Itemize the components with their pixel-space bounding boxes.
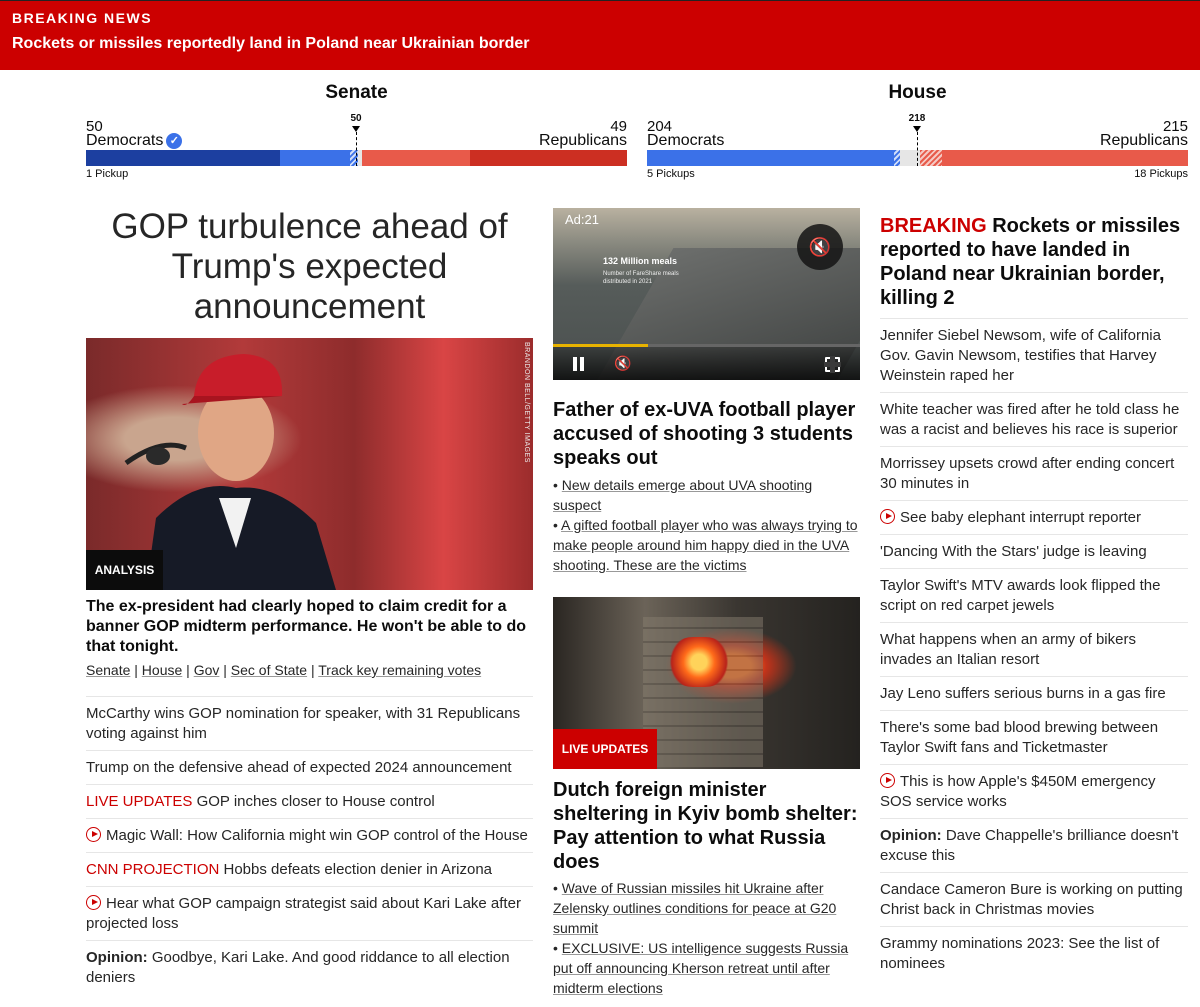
list-item[interactable]: Hear what GOP campaign strategist said a… (86, 886, 533, 940)
story-bullets: • New details emerge about UVA shooting … (553, 477, 858, 573)
list-item[interactable]: LIVE UPDATES GOP inches closer to House … (86, 784, 533, 818)
house-dem-pickups: 5 Pickups (647, 168, 695, 180)
checkmark-icon: ✓ (166, 133, 183, 149)
opinion-label: Opinion: (880, 827, 942, 844)
left-headline-list: McCarthy wins GOP nomination for speaker… (86, 696, 533, 994)
senate-balance-of-power[interactable]: Senate 50 Democrats ✓ 49 Republicans 50 1… (86, 82, 627, 182)
list-item[interactable]: There's some bad blood brewing between T… (880, 710, 1188, 764)
bullet-link[interactable]: Wave of Russian missiles hit Ukraine aft… (553, 880, 836, 936)
story-bullets: • Wave of Russian missiles hit Ukraine a… (553, 880, 849, 996)
house-threshold-line (917, 132, 918, 166)
banner-kicker: BREAKING NEWS (12, 10, 153, 26)
video-progress-bar[interactable] (553, 344, 860, 347)
story-headline-link[interactable]: Dutch foreign minister sheltering in Kyi… (553, 778, 860, 874)
list-item[interactable]: This is how Apple's $450M emergency SOS … (880, 764, 1188, 818)
analysis-badge: ANALYSIS (86, 550, 163, 590)
story-headline-link[interactable]: Father of ex-UVA football player accused… (553, 398, 860, 470)
list-item[interactable]: See baby elephant interrupt reporter (880, 500, 1188, 534)
banner-headline-link[interactable]: Rockets or missiles reportedly land in P… (12, 35, 529, 53)
pause-icon[interactable] (572, 357, 586, 371)
senate-rep-held-segment (470, 150, 627, 166)
right-breaking-headline-link[interactable]: BREAKING Rockets or missiles reported to… (880, 214, 1188, 310)
list-item[interactable]: CNN PROJECTION Hobbs defeats election de… (86, 852, 533, 886)
play-video-icon (880, 773, 895, 788)
video-progress-fill (553, 344, 649, 347)
senate-title: Senate (325, 82, 388, 103)
house-threshold-label: 218 (908, 113, 926, 124)
list-item[interactable]: Trump on the defensive ahead of expected… (86, 750, 533, 784)
video-controls (553, 344, 860, 380)
bullet-link[interactable]: A gifted football player who was always … (553, 517, 858, 573)
house-title: House (888, 82, 947, 103)
fullscreen-icon[interactable] (824, 356, 841, 373)
play-video-icon (86, 895, 101, 910)
list-item[interactable]: Taylor Swift's MTV awards look flipped t… (880, 568, 1188, 622)
senate-dem-pickups: 1 Pickup (86, 168, 129, 180)
senate-dem-won-segment (280, 150, 350, 166)
lead-description-link[interactable]: The ex-president had clearly hoped to cl… (86, 597, 533, 657)
senate-threshold-label: 50 (350, 113, 362, 124)
live-updates-label: LIVE UPDATES (86, 793, 193, 810)
lead-headline-link[interactable]: GOP turbulence ahead of Trump's expected… (86, 207, 533, 327)
senate-rep-label: Republicans (538, 132, 627, 149)
ad-countdown: Ad:21 (565, 212, 599, 227)
senate-dem-held-segment (86, 150, 280, 166)
gov-link[interactable]: Gov (194, 662, 220, 678)
house-balance-of-power[interactable]: House 204 Democrats 215 Republicans 218 … (647, 82, 1188, 182)
senate-rep-won-segment (362, 150, 470, 166)
photo-credit: BRANDON BELL/GETTY IMAGES (523, 342, 530, 463)
list-item[interactable]: Morrissey upsets crowd after ending conc… (880, 446, 1188, 500)
breaking-news-banner[interactable]: BREAKING NEWS Rockets or missiles report… (0, 0, 1200, 70)
cnn-projection-label: CNN PROJECTION (86, 861, 220, 878)
list-item[interactable]: Jennifer Siebel Newsom, wife of Californ… (880, 319, 1188, 392)
list-item[interactable]: McCarthy wins GOP nomination for speaker… (86, 697, 533, 750)
list-item[interactable]: Grammy nominations 2023: See the list of… (880, 926, 1188, 980)
list-item[interactable]: Candace Cameron Bure is working on putti… (880, 872, 1188, 926)
list-item[interactable]: Magic Wall: How California might win GOP… (86, 818, 533, 852)
list-item[interactable]: What happens when an army of bikers inva… (880, 622, 1188, 676)
opinion-label: Opinion: (86, 949, 148, 966)
list-item[interactable]: Opinion: Goodbye, Kari Lake. And good ri… (86, 940, 533, 994)
right-headline-list: Jennifer Siebel Newsom, wife of Californ… (880, 318, 1188, 980)
senate-dem-label: Democrats ✓ (86, 132, 183, 150)
house-link[interactable]: House (142, 662, 182, 678)
senate-link[interactable]: Senate (86, 662, 130, 678)
mute-icon[interactable]: 🔇 (614, 355, 631, 372)
video-overlay-subtitle: Number of FareShare meals distributed in… (603, 271, 679, 285)
lead-links: Senate | House | Gov | Sec of State | Tr… (86, 662, 482, 678)
house-rep-pickups: 18 Pickups (1134, 168, 1188, 180)
video-overlay-title: 132 Million meals (603, 256, 678, 266)
play-video-icon (880, 509, 895, 524)
house-dem-label: Democrats (647, 132, 725, 149)
bullet-link[interactable]: New details emerge about UVA shooting su… (553, 477, 812, 513)
track-votes-link[interactable]: Track key remaining votes (318, 662, 481, 678)
play-video-icon (86, 827, 101, 842)
house-rep-label: Republicans (1099, 132, 1188, 149)
live-updates-badge: LIVE UPDATES (553, 729, 657, 769)
house-rep-won-segment (942, 150, 1188, 166)
list-item[interactable]: White teacher was fired after he told cl… (880, 392, 1188, 446)
sec-of-state-link[interactable]: Sec of State (231, 662, 307, 678)
unmute-icon[interactable]: 🔇 (797, 224, 843, 270)
senate-threshold-line (356, 132, 357, 166)
breaking-label: BREAKING (880, 215, 987, 237)
house-dem-won-segment (647, 150, 894, 166)
list-item[interactable]: Opinion: Dave Chappelle's brilliance doe… (880, 818, 1188, 872)
house-rep-leaning-segment (920, 150, 942, 166)
list-item[interactable]: Jay Leno suffers serious burns in a gas … (880, 676, 1188, 710)
list-item[interactable]: 'Dancing With the Stars' judge is leavin… (880, 534, 1188, 568)
fire-image (669, 637, 729, 687)
bullet-link[interactable]: EXCLUSIVE: US intelligence suggests Russ… (553, 940, 848, 996)
